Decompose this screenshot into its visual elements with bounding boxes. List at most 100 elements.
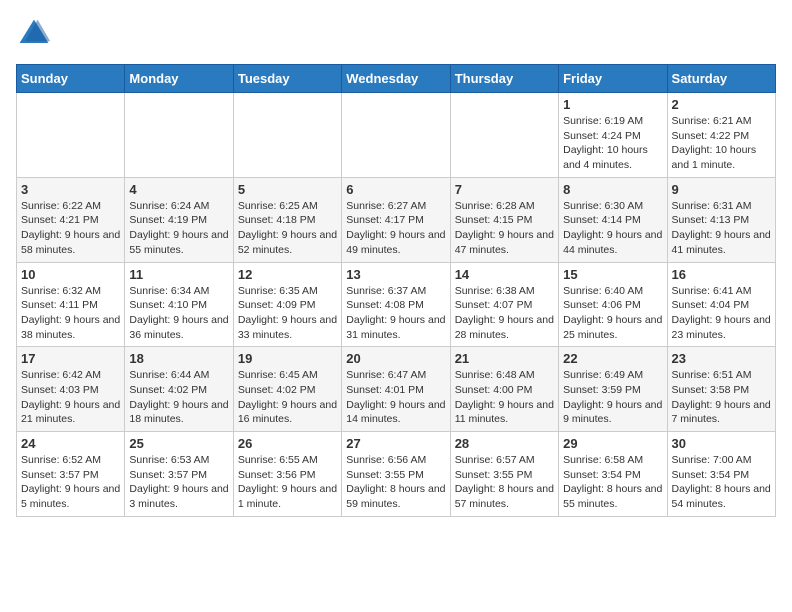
weekday-header-friday: Friday <box>559 65 667 93</box>
day-number: 27 <box>346 436 445 451</box>
day-info: Sunrise: 6:35 AM Sunset: 4:09 PM Dayligh… <box>238 284 337 343</box>
calendar-week-row: 3 Sunrise: 6:22 AM Sunset: 4:21 PM Daylig… <box>17 177 776 262</box>
day-number: 22 <box>563 351 662 366</box>
day-info: Sunrise: 6:30 AM Sunset: 4:14 PM Dayligh… <box>563 199 662 258</box>
day-number: 16 <box>672 267 771 282</box>
day-number: 8 <box>563 182 662 197</box>
day-number: 17 <box>21 351 120 366</box>
calendar-week-row: 24 Sunrise: 6:52 AM Sunset: 3:57 PM Dayli… <box>17 432 776 517</box>
weekday-header-tuesday: Tuesday <box>233 65 341 93</box>
day-number: 26 <box>238 436 337 451</box>
calendar-cell: 2 Sunrise: 6:21 AM Sunset: 4:22 PM Daylig… <box>667 93 775 178</box>
day-number: 19 <box>238 351 337 366</box>
logo <box>16 16 56 52</box>
calendar-cell: 11Sunrise: 6:34 AM Sunset: 4:10 PM Dayli… <box>125 262 233 347</box>
calendar-cell: 16Sunrise: 6:41 AM Sunset: 4:04 PM Dayli… <box>667 262 775 347</box>
weekday-header-saturday: Saturday <box>667 65 775 93</box>
day-number: 20 <box>346 351 445 366</box>
calendar-cell <box>17 93 125 178</box>
day-number: 11 <box>129 267 228 282</box>
logo-icon <box>16 16 52 52</box>
calendar-cell: 19 Sunrise: 6:45 AM Sunset: 4:02 PM Dayli… <box>233 347 341 432</box>
calendar-cell: 24 Sunrise: 6:52 AM Sunset: 3:57 PM Dayli… <box>17 432 125 517</box>
day-info: Sunrise: 6:58 AM Sunset: 3:54 PM Dayligh… <box>563 453 662 512</box>
day-info: Sunrise: 6:47 AM Sunset: 4:01 PM Dayligh… <box>346 368 445 427</box>
day-info: Sunrise: 6:49 AM Sunset: 3:59 PM Dayligh… <box>563 368 662 427</box>
calendar-cell: 14 Sunrise: 6:38 AM Sunset: 4:07 PM Dayli… <box>450 262 558 347</box>
calendar-cell: 17 Sunrise: 6:42 AM Sunset: 4:03 PM Dayli… <box>17 347 125 432</box>
day-number: 4 <box>129 182 228 197</box>
weekday-header-wednesday: Wednesday <box>342 65 450 93</box>
calendar-cell: 6 Sunrise: 6:27 AM Sunset: 4:17 PM Daylig… <box>342 177 450 262</box>
day-info: Sunrise: 6:55 AM Sunset: 3:56 PM Dayligh… <box>238 453 337 512</box>
day-number: 6 <box>346 182 445 197</box>
calendar-cell: 4 Sunrise: 6:24 AM Sunset: 4:19 PM Daylig… <box>125 177 233 262</box>
day-number: 24 <box>21 436 120 451</box>
day-info: Sunrise: 6:21 AM Sunset: 4:22 PM Dayligh… <box>672 114 771 173</box>
day-info: Sunrise: 6:42 AM Sunset: 4:03 PM Dayligh… <box>21 368 120 427</box>
day-info: Sunrise: 6:40 AM Sunset: 4:06 PM Dayligh… <box>563 284 662 343</box>
weekday-header-row: SundayMondayTuesdayWednesdayThursdayFrid… <box>17 65 776 93</box>
calendar-cell: 27 Sunrise: 6:56 AM Sunset: 3:55 PM Dayli… <box>342 432 450 517</box>
calendar-week-row: 17 Sunrise: 6:42 AM Sunset: 4:03 PM Dayli… <box>17 347 776 432</box>
weekday-header-sunday: Sunday <box>17 65 125 93</box>
day-number: 18 <box>129 351 228 366</box>
day-number: 13 <box>346 267 445 282</box>
calendar-cell: 20 Sunrise: 6:47 AM Sunset: 4:01 PM Dayli… <box>342 347 450 432</box>
calendar-cell: 23 Sunrise: 6:51 AM Sunset: 3:58 PM Dayli… <box>667 347 775 432</box>
day-info: Sunrise: 6:45 AM Sunset: 4:02 PM Dayligh… <box>238 368 337 427</box>
day-info: Sunrise: 6:27 AM Sunset: 4:17 PM Dayligh… <box>346 199 445 258</box>
day-info: Sunrise: 6:52 AM Sunset: 3:57 PM Dayligh… <box>21 453 120 512</box>
calendar-week-row: 1Sunrise: 6:19 AM Sunset: 4:24 PM Daylig… <box>17 93 776 178</box>
calendar-cell: 1Sunrise: 6:19 AM Sunset: 4:24 PM Daylig… <box>559 93 667 178</box>
calendar-cell: 13 Sunrise: 6:37 AM Sunset: 4:08 PM Dayli… <box>342 262 450 347</box>
day-number: 25 <box>129 436 228 451</box>
day-number: 2 <box>672 97 771 112</box>
day-info: Sunrise: 6:25 AM Sunset: 4:18 PM Dayligh… <box>238 199 337 258</box>
calendar-cell: 8 Sunrise: 6:30 AM Sunset: 4:14 PM Daylig… <box>559 177 667 262</box>
weekday-header-monday: Monday <box>125 65 233 93</box>
day-number: 30 <box>672 436 771 451</box>
calendar-cell: 26 Sunrise: 6:55 AM Sunset: 3:56 PM Dayli… <box>233 432 341 517</box>
day-number: 5 <box>238 182 337 197</box>
day-number: 23 <box>672 351 771 366</box>
calendar-cell <box>450 93 558 178</box>
calendar-cell <box>342 93 450 178</box>
page-header <box>16 16 776 52</box>
day-number: 9 <box>672 182 771 197</box>
day-info: Sunrise: 6:28 AM Sunset: 4:15 PM Dayligh… <box>455 199 554 258</box>
calendar-cell: 7 Sunrise: 6:28 AM Sunset: 4:15 PM Daylig… <box>450 177 558 262</box>
day-number: 21 <box>455 351 554 366</box>
calendar-cell: 15 Sunrise: 6:40 AM Sunset: 4:06 PM Dayli… <box>559 262 667 347</box>
day-info: Sunrise: 7:00 AM Sunset: 3:54 PM Dayligh… <box>672 453 771 512</box>
calendar-cell: 5 Sunrise: 6:25 AM Sunset: 4:18 PM Daylig… <box>233 177 341 262</box>
calendar-cell <box>233 93 341 178</box>
day-number: 15 <box>563 267 662 282</box>
calendar-cell: 21 Sunrise: 6:48 AM Sunset: 4:00 PM Dayli… <box>450 347 558 432</box>
day-info: Sunrise: 6:24 AM Sunset: 4:19 PM Dayligh… <box>129 199 228 258</box>
day-number: 29 <box>563 436 662 451</box>
calendar-cell: 22 Sunrise: 6:49 AM Sunset: 3:59 PM Dayli… <box>559 347 667 432</box>
day-number: 1 <box>563 97 662 112</box>
day-info: Sunrise: 6:32 AM Sunset: 4:11 PM Dayligh… <box>21 284 120 343</box>
day-number: 12 <box>238 267 337 282</box>
day-info: Sunrise: 6:37 AM Sunset: 4:08 PM Dayligh… <box>346 284 445 343</box>
day-info: Sunrise: 6:38 AM Sunset: 4:07 PM Dayligh… <box>455 284 554 343</box>
calendar-cell <box>125 93 233 178</box>
day-number: 7 <box>455 182 554 197</box>
calendar-table: SundayMondayTuesdayWednesdayThursdayFrid… <box>16 64 776 517</box>
calendar-cell: 30 Sunrise: 7:00 AM Sunset: 3:54 PM Dayli… <box>667 432 775 517</box>
day-info: Sunrise: 6:51 AM Sunset: 3:58 PM Dayligh… <box>672 368 771 427</box>
day-info: Sunrise: 6:56 AM Sunset: 3:55 PM Dayligh… <box>346 453 445 512</box>
day-number: 3 <box>21 182 120 197</box>
day-info: Sunrise: 6:44 AM Sunset: 4:02 PM Dayligh… <box>129 368 228 427</box>
weekday-header-thursday: Thursday <box>450 65 558 93</box>
day-info: Sunrise: 6:48 AM Sunset: 4:00 PM Dayligh… <box>455 368 554 427</box>
day-info: Sunrise: 6:31 AM Sunset: 4:13 PM Dayligh… <box>672 199 771 258</box>
day-number: 28 <box>455 436 554 451</box>
day-info: Sunrise: 6:22 AM Sunset: 4:21 PM Dayligh… <box>21 199 120 258</box>
calendar-cell: 9 Sunrise: 6:31 AM Sunset: 4:13 PM Daylig… <box>667 177 775 262</box>
calendar-cell: 25Sunrise: 6:53 AM Sunset: 3:57 PM Dayli… <box>125 432 233 517</box>
calendar-cell: 12 Sunrise: 6:35 AM Sunset: 4:09 PM Dayli… <box>233 262 341 347</box>
day-number: 14 <box>455 267 554 282</box>
